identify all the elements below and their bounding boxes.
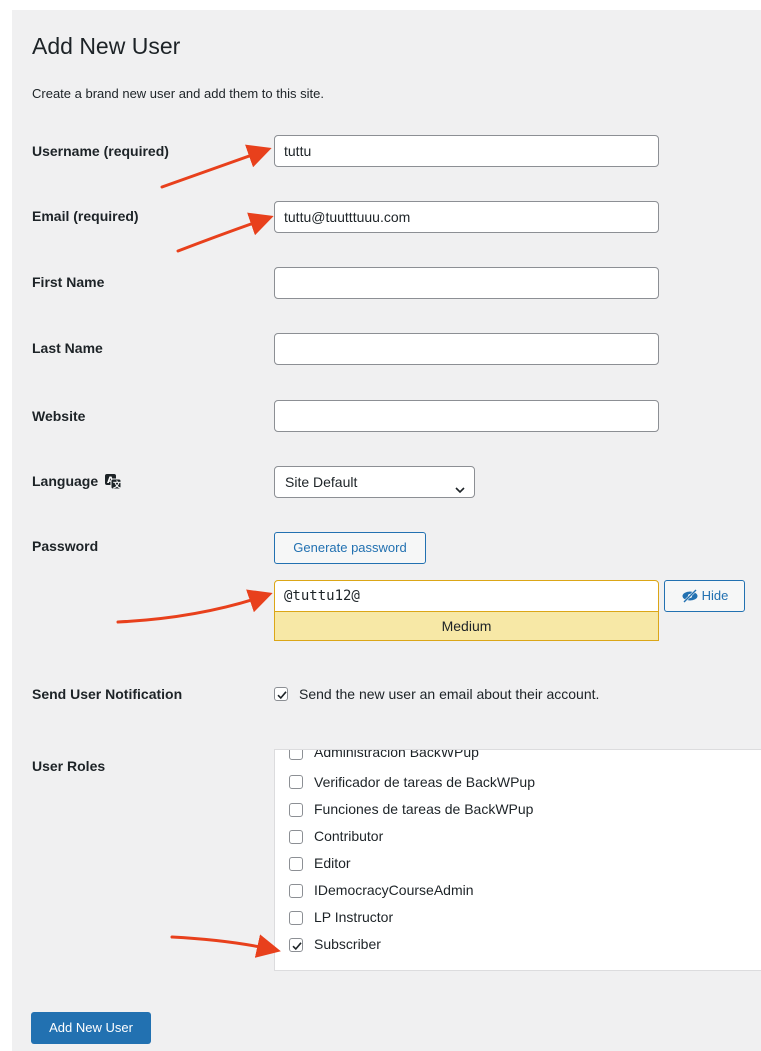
role-checkbox-contributor[interactable]	[289, 830, 303, 844]
last-name-label: Last Name	[32, 340, 103, 356]
role-label: Editor	[314, 855, 351, 871]
role-label: Subscriber	[314, 936, 381, 952]
role-label: IDemocracyCourseAdmin	[314, 882, 474, 898]
role-label: LP Instructor	[314, 909, 394, 925]
add-new-user-button[interactable]: Add New User	[31, 1012, 151, 1044]
language-selected: Site Default	[285, 474, 358, 490]
first-name-field[interactable]	[274, 267, 659, 299]
email-field[interactable]: tuttu@tuutttuuu.com	[274, 201, 659, 233]
eye-slash-icon	[681, 584, 699, 614]
password-strength-indicator: Medium	[274, 612, 659, 641]
role-checkbox-funciones[interactable]	[289, 803, 303, 817]
website-field[interactable]	[274, 400, 659, 432]
role-checkbox-administracion-backwpup[interactable]	[289, 750, 303, 760]
role-checkbox-lp-instructor[interactable]	[289, 911, 303, 925]
role-checkbox-editor[interactable]	[289, 857, 303, 871]
hide-label: Hide	[701, 588, 729, 603]
generate-password-button[interactable]: Generate password	[274, 532, 426, 564]
last-name-field[interactable]	[274, 333, 659, 365]
user-roles-list[interactable]: Administración BackWPup Verificador de t…	[274, 749, 761, 971]
notification-checkbox[interactable]	[274, 687, 288, 701]
role-label: Administración BackWPup	[314, 749, 479, 760]
role-checkbox-subscriber[interactable]	[289, 938, 303, 952]
role-label: Verificador de tareas de BackWPup	[314, 774, 536, 790]
notification-label: Send User Notification	[32, 686, 183, 702]
role-checkbox-verificador[interactable]	[289, 775, 303, 789]
language-label: Language A 文	[32, 473, 122, 492]
language-select[interactable]: Site Default	[274, 466, 475, 498]
username-label: Username (required)	[32, 143, 169, 159]
notification-checkbox-label: Send the new user an email about their a…	[299, 686, 600, 702]
role-label: Funciones de tareas de BackWPup	[314, 801, 534, 817]
translation-icon: A 文	[105, 473, 122, 492]
svg-text:文: 文	[113, 480, 121, 490]
website-label: Website	[32, 408, 86, 424]
page-description: Create a brand new user and add them to …	[32, 86, 324, 101]
chevron-down-icon	[454, 476, 466, 506]
password-field[interactable]: @tuttu12@	[274, 580, 659, 612]
language-label-text: Language	[32, 473, 99, 489]
user-roles-label: User Roles	[32, 758, 106, 774]
password-label: Password	[32, 538, 99, 554]
page-title: Add New User	[32, 33, 181, 59]
role-checkbox-idemocracycourseadmin[interactable]	[289, 884, 303, 898]
hide-password-button[interactable]: Hide	[664, 580, 745, 612]
username-field[interactable]: tuttu	[274, 135, 659, 167]
email-label: Email (required)	[32, 208, 139, 224]
first-name-label: First Name	[32, 274, 105, 290]
role-label: Contributor	[314, 828, 384, 844]
